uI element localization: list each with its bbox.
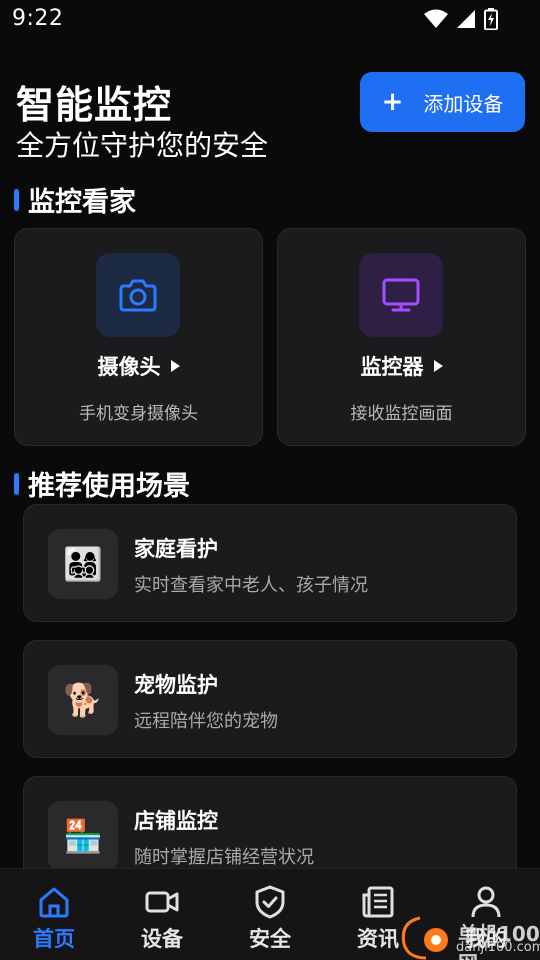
scenario-title: 宠物监护 (134, 673, 218, 697)
wifi-icon (424, 9, 448, 28)
monitor-card[interactable]: 监控器 接收监控画面 (277, 228, 526, 446)
section-monitor-home: 监控看家 (14, 180, 136, 219)
video-camera-icon (145, 885, 179, 919)
family-icon: 👨‍👩‍👧‍👦 (48, 529, 118, 599)
nav-home[interactable]: 首页 (0, 869, 108, 960)
watermark: 单机100网 danji100.com (398, 914, 540, 960)
page-subtitle: 全方位守护您的安全 (16, 129, 269, 162)
status-icons (424, 8, 498, 30)
dog-icon: 🐕 (48, 665, 118, 735)
monitor-label-row: 监控器 (278, 351, 525, 381)
nav-home-label: 首页 (33, 927, 75, 951)
section-title: 监控看家 (28, 187, 136, 218)
monitor-icon-box (359, 253, 443, 337)
arrow-right-icon (170, 360, 180, 372)
camera-label-row: 摄像头 (15, 351, 262, 381)
store-icon: 🏪 (48, 801, 118, 871)
monitor-icon (382, 278, 420, 312)
arrow-right-icon (433, 360, 443, 372)
monitor-label: 监控器 (360, 355, 424, 379)
watermark-sub: danji100.com (456, 940, 540, 955)
battery-icon (484, 8, 498, 30)
nav-security-label: 安全 (249, 927, 291, 951)
scenario-title: 店铺监控 (134, 809, 218, 833)
news-icon (361, 885, 395, 919)
shield-icon (253, 885, 287, 919)
scenario-pet-card[interactable]: 🐕 宠物监护 远程陪伴您的宠物 (23, 640, 517, 758)
camera-card[interactable]: 摄像头 手机变身摄像头 (14, 228, 263, 446)
monitor-desc: 接收监控画面 (350, 404, 453, 424)
nav-devices-label: 设备 (141, 927, 183, 951)
scenario-family-card[interactable]: 👨‍👩‍👧‍👦 家庭看护 实时查看家中老人、孩子情况 (23, 504, 517, 622)
nav-devices[interactable]: 设备 (108, 869, 216, 960)
scenario-desc: 随时掌握店铺经营状况 (134, 847, 314, 868)
watermark-logo-icon (401, 916, 448, 960)
status-bar: 9:22 (0, 0, 540, 40)
section-scenarios: 推荐使用场景 (14, 464, 190, 503)
camera-desc: 手机变身摄像头 (79, 404, 198, 424)
page-title: 智能监控 (16, 83, 173, 127)
add-device-button[interactable]: + 添加设备 (360, 72, 525, 132)
camera-icon (119, 279, 157, 312)
status-time: 9:22 (12, 6, 64, 31)
camera-label: 摄像头 (97, 355, 161, 379)
scenario-desc: 远程陪伴您的宠物 (134, 711, 278, 732)
add-device-label: 添加设备 (423, 91, 504, 116)
home-icon (37, 885, 71, 919)
camera-icon-box (96, 253, 180, 337)
nav-news-label: 资讯 (357, 927, 399, 951)
signal-icon (457, 10, 475, 28)
section-title: 推荐使用场景 (28, 471, 190, 502)
scenario-title: 家庭看护 (134, 537, 218, 561)
section-accent-bar (14, 472, 19, 495)
scenario-desc: 实时查看家中老人、孩子情况 (134, 575, 368, 596)
nav-security[interactable]: 安全 (216, 869, 324, 960)
section-accent-bar (14, 188, 19, 211)
plus-icon: + (381, 87, 404, 117)
